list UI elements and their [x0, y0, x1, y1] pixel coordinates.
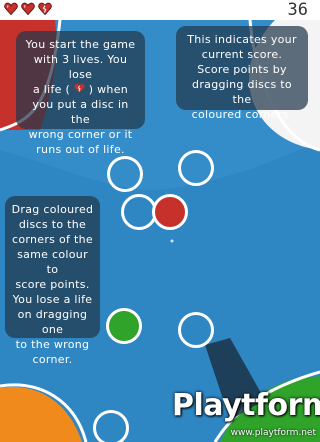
disc-white[interactable] [178, 312, 214, 348]
tutorial-text: corner. [32, 353, 73, 366]
tutorial-text: You start the game [25, 38, 136, 51]
tutorial-text: corners of the [12, 233, 93, 246]
watermark-url: www.playtform.net [230, 428, 316, 438]
game-screen: 36 You start the game with 3 lives. You … [0, 0, 320, 442]
tutorial-text: You lose a life [12, 293, 93, 306]
tutorial-text: a life ( ) when [22, 82, 139, 97]
tutorial-lives-panel: You start the game with 3 lives. You los… [16, 31, 145, 156]
tutorial-text: discs to the [18, 218, 87, 231]
tutorial-text: coloured corners. [191, 108, 293, 121]
disc-white[interactable] [178, 150, 214, 186]
tutorial-text: a life ( [32, 83, 71, 96]
watermark: Playtform www.playtform.net [166, 388, 320, 438]
disc-white[interactable] [107, 156, 143, 192]
disc-green[interactable] [106, 308, 142, 344]
tutorial-text: Score points by [197, 63, 287, 76]
score-counter: 36 [287, 0, 308, 20]
tutorial-score-panel: This indicates your current score. Score… [176, 26, 308, 121]
tutorial-text: with 3 lives. You lose [33, 53, 128, 81]
tutorial-text: Drag coloured [11, 203, 94, 216]
disc-red[interactable] [152, 194, 188, 230]
heart-icon [4, 2, 18, 16]
lives-indicator [4, 2, 52, 16]
tutorial-text: to the wrong [15, 338, 90, 351]
center-dot [170, 239, 174, 243]
tutorial-text: score points. [15, 278, 90, 291]
tutorial-text: dragging discs to the [192, 78, 292, 106]
disc-white[interactable] [93, 410, 129, 442]
watermark-brand: Playtform [172, 388, 320, 423]
hud-bar: 36 [0, 0, 320, 20]
tutorial-text: runs out of life. [36, 143, 125, 156]
broken-heart-icon [74, 83, 85, 93]
broken-heart-icon [38, 2, 52, 16]
heart-icon [21, 2, 35, 16]
tutorial-drag-panel: Drag coloured discs to the corners of th… [5, 196, 100, 366]
tutorial-text: ) when [88, 83, 129, 96]
tutorial-text: current score. [201, 48, 283, 61]
tutorial-text: wrong corner or it [28, 128, 133, 141]
tutorial-text: you put a disc in the [32, 98, 129, 126]
tutorial-text: on dragging one [17, 308, 88, 336]
tutorial-text: This indicates your [187, 33, 297, 46]
tutorial-text: same colour to [17, 248, 88, 276]
